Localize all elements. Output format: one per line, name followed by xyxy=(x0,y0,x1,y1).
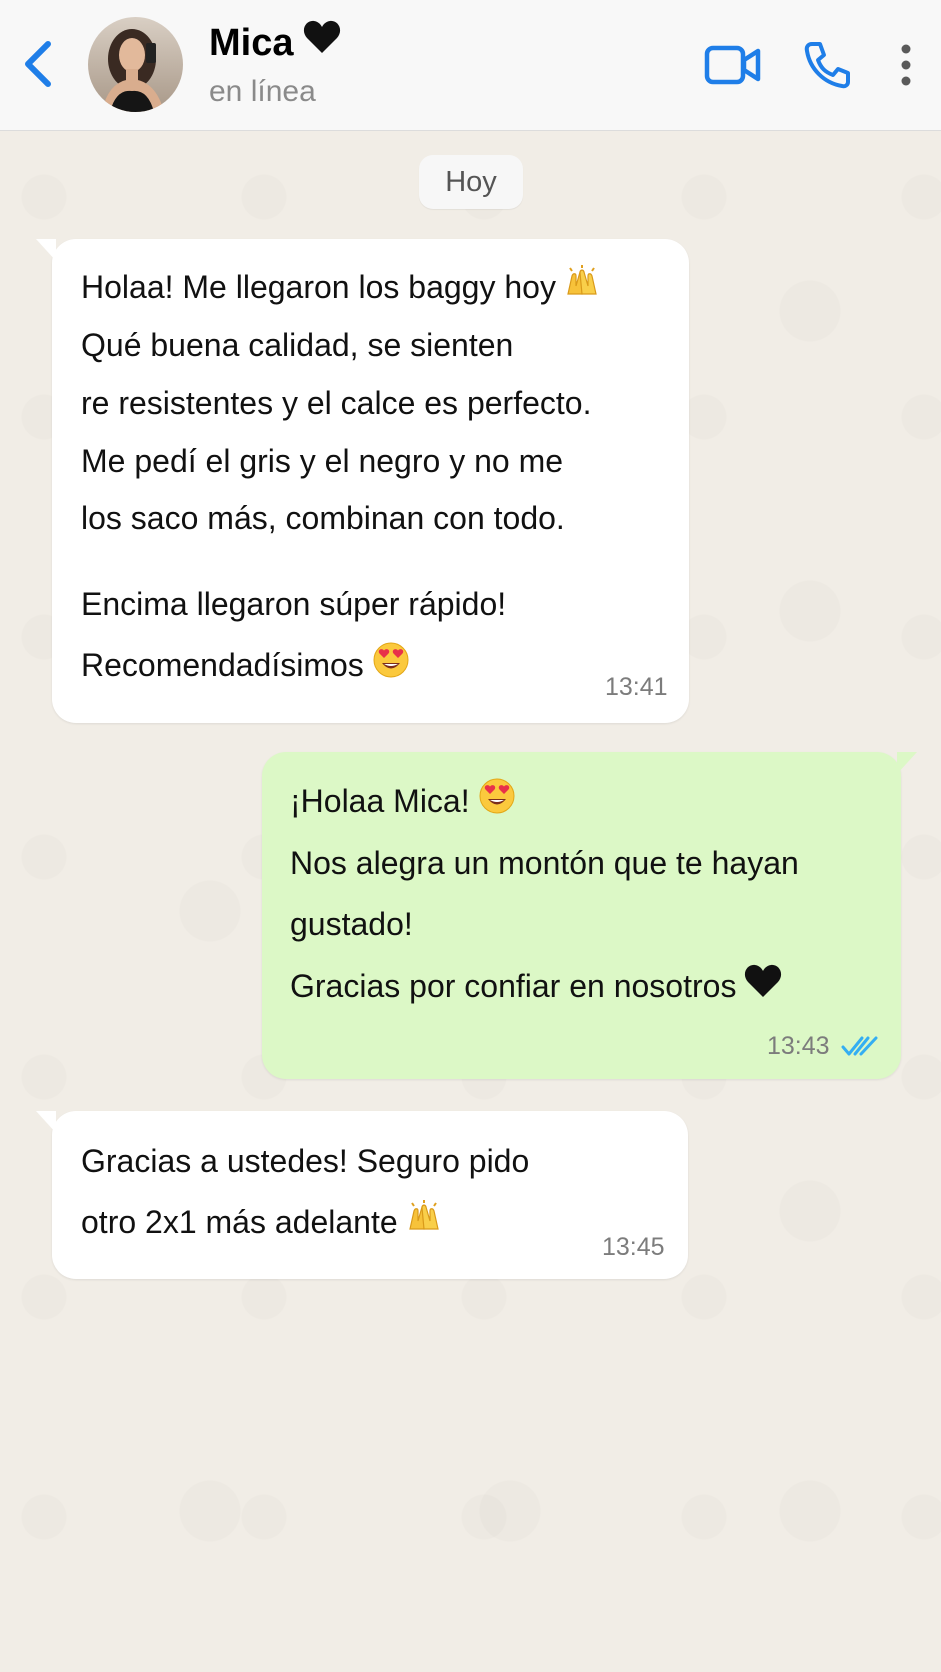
message-text: ¡Holaa Mica! xyxy=(290,782,470,819)
message-line: Encima llegaron súper rápido! xyxy=(81,586,507,622)
avatar-photo xyxy=(88,17,183,112)
message-line: ¡Holaa Mica! xyxy=(290,777,516,827)
raising-hands-emoji xyxy=(564,264,600,309)
video-call-button[interactable] xyxy=(704,42,762,88)
bubble-tail xyxy=(36,239,56,261)
chevron-left-icon xyxy=(25,41,51,87)
black-heart-icon xyxy=(744,964,782,1007)
raising-hands-emoji xyxy=(406,1199,442,1244)
message-line: Nos alegra un montón que te hayan xyxy=(290,845,799,881)
phone-icon xyxy=(804,42,850,89)
date-separator: Hoy xyxy=(419,155,523,209)
message-line: re resistentes y el calce es perfecto. xyxy=(81,385,592,421)
message-time: 13:45 xyxy=(602,1233,665,1261)
message-bubble-outgoing[interactable]: ¡Holaa Mica! Nos alegra un montón que te… xyxy=(262,752,917,1079)
more-vertical-icon xyxy=(901,44,911,86)
message-bubble-incoming[interactable]: Gracias a ustedes! Seguro pido otro 2x1 … xyxy=(36,1111,688,1279)
voice-call-button[interactable] xyxy=(802,40,852,90)
bubble-tail xyxy=(897,752,917,774)
message-time: 13:41 xyxy=(605,673,668,701)
message-line: Holaa! Me llegaron los baggy hoy xyxy=(81,264,600,312)
contact-name-row[interactable]: Mica xyxy=(209,20,341,67)
more-options-button[interactable] xyxy=(892,42,920,88)
message-line: Recomendadísimos xyxy=(81,641,410,691)
message-line: Qué buena calidad, se sienten xyxy=(81,327,514,363)
heart-eyes-emoji xyxy=(478,777,516,824)
contact-status: en línea xyxy=(209,75,316,108)
contact-name: Mica xyxy=(209,22,294,64)
black-heart-icon xyxy=(303,20,341,64)
bubble-tail xyxy=(36,1111,56,1133)
message-text: otro 2x1 más adelante xyxy=(81,1204,398,1240)
message-line: gustado! xyxy=(290,906,413,942)
message-line: Gracias a ustedes! Seguro pido xyxy=(81,1143,530,1179)
message-line: los saco más, combinan con todo. xyxy=(81,500,565,536)
message-text: Gracias por confiar en nosotros xyxy=(290,968,737,1004)
message-line: otro 2x1 más adelante xyxy=(81,1199,442,1247)
video-camera-icon xyxy=(704,45,761,85)
double-check-read-icon xyxy=(841,1036,878,1056)
avatar[interactable] xyxy=(88,17,183,112)
back-button[interactable] xyxy=(18,38,60,90)
heart-eyes-emoji xyxy=(372,641,410,688)
message-bubble-incoming[interactable]: Holaa! Me llegaron los baggy hoy Qué bue… xyxy=(36,239,689,723)
message-line: Gracias por confiar en nosotros xyxy=(290,964,782,1010)
message-time: 13:43 xyxy=(767,1032,830,1060)
message-line: Me pedí el gris y el negro y no me xyxy=(81,443,564,479)
chat-header: Mica en línea xyxy=(0,0,941,131)
message-text: Recomendadísimos xyxy=(81,646,364,683)
message-text: Holaa! Me llegaron los baggy hoy xyxy=(81,269,556,305)
